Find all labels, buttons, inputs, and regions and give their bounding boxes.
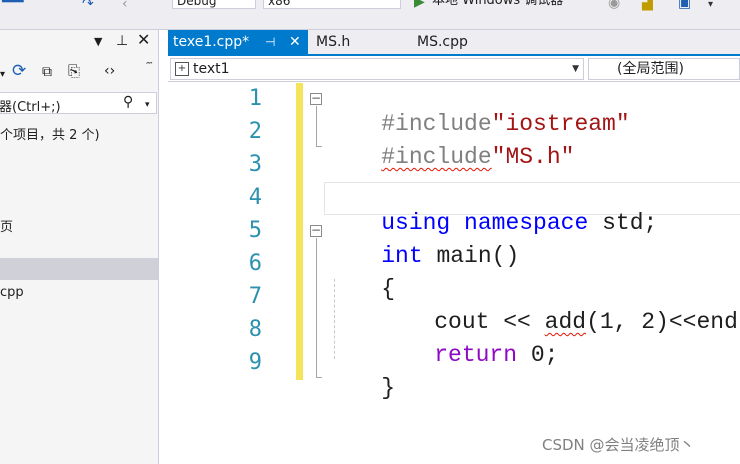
scope-combo[interactable]: (全局范围) [588, 58, 740, 80]
code-text: main() [422, 243, 520, 269]
undo-arrow-icon[interactable]: ‹ [122, 0, 128, 11]
redo-icon[interactable]: ↷ [82, 0, 94, 11]
solution-explorer-header: ▼ ⊥ ✕ [0, 30, 158, 54]
line-number: 9 [248, 350, 262, 375]
line-number: 2 [248, 119, 262, 144]
main-toolbar: ▀▀ ↷ ‹ Debug x86 ▶ 本地 Windows 调试器 ◉ ▟ ▣ … [0, 0, 740, 30]
code-editor[interactable]: 1 2 3 4 5 6 7 8 9 − − #include"iostream"… [168, 83, 740, 464]
sync-icon[interactable]: ⟳ [12, 63, 26, 80]
start-debug-icon[interactable]: ▶ [414, 0, 425, 9]
find-icon[interactable]: ▟ [642, 0, 653, 10]
window-layout-icon[interactable]: ▣ [678, 0, 691, 10]
document-tab-bar: texe1.cpp* ⊣ ✕ MS.h MS.cpp [168, 30, 740, 54]
navigation-bar: + text1 ▼ (全局范围) [168, 56, 740, 82]
platform-combo[interactable]: x86 [263, 0, 401, 9]
code-line-8: return 0; [379, 316, 558, 394]
close-tab-icon[interactable]: ✕ [289, 30, 301, 54]
tab-label: MS.h [316, 34, 351, 50]
include-header: "MS.h" [491, 144, 575, 170]
project-icon: + [175, 62, 189, 76]
collapse-all-icon[interactable]: ⧉ [42, 65, 52, 79]
solution-search-box[interactable]: 器(Ctrl+;) ⚲ ▾ [0, 92, 157, 115]
selected-tree-row[interactable] [0, 258, 158, 280]
line-number: 4 [248, 185, 262, 210]
pin-icon[interactable]: ⊥ [116, 34, 128, 48]
line-number: 6 [248, 251, 262, 276]
line-number: 3 [248, 152, 262, 177]
scope-combo-value: (全局范围) [617, 61, 684, 77]
preprocessor-directive: #include [381, 144, 492, 170]
tab-label: texe1.cpp* [173, 34, 250, 50]
line-number: 7 [248, 284, 262, 309]
code-text: 0; [517, 342, 559, 368]
tree-item-page[interactable]: 页 [0, 216, 13, 235]
toolbar-overflow-icon[interactable]: ▾ [708, 0, 713, 12]
code-line-9: } [326, 349, 395, 427]
tab-ms-cpp[interactable]: MS.cpp [417, 30, 468, 54]
code-text: (1, 2)<<endl; [586, 309, 740, 335]
line-number: 8 [248, 317, 262, 342]
outline-line [316, 106, 317, 146]
fire-icon[interactable]: ◉ [608, 0, 620, 10]
tab-ms-h[interactable]: MS.h [316, 30, 350, 54]
show-all-files-icon[interactable]: ⎘ [68, 64, 80, 79]
solution-explorer-toolbar: ▾ ⟳ ⧉ ⎘ ‹› ⁗ [0, 60, 158, 84]
chevron-down-icon[interactable]: ▼ [572, 59, 579, 79]
configuration-combo[interactable]: Debug [172, 0, 256, 9]
collapse-main-icon[interactable]: − [310, 224, 322, 237]
line-number: 1 [248, 86, 262, 111]
project-combo[interactable]: + text1 ▼ [170, 58, 584, 80]
tree-item-cpp-file[interactable]: cpp [0, 285, 24, 300]
watermark: CSDN @会当凌绝顶丶 [542, 436, 695, 454]
close-icon[interactable]: ✕ [137, 32, 150, 48]
project-combo-value: text1 [193, 61, 230, 77]
search-options-icon[interactable]: ▾ [145, 98, 150, 112]
search-icon[interactable]: ⚲ [123, 95, 133, 109]
back-dropdown-icon[interactable]: ▾ [0, 68, 5, 82]
start-debug-button[interactable]: 本地 Windows 调试器 [432, 0, 563, 8]
collapse-include-icon[interactable]: − [310, 92, 322, 105]
view-code-icon[interactable]: ‹› [104, 64, 115, 78]
search-placeholder: 器(Ctrl+;) [0, 100, 61, 115]
code-text: std; [588, 210, 658, 236]
outline-line [316, 377, 322, 378]
solution-explorer-panel: ▼ ⊥ ✕ ▾ ⟳ ⧉ ⎘ ‹› ⁗ 器(Ctrl+;) ⚲ ▾ 个项目，共 2… [0, 30, 159, 464]
line-number: 5 [248, 218, 262, 243]
solution-summary: 个项目，共 2 个) [0, 128, 100, 143]
change-marker [296, 83, 303, 380]
overflow-icon[interactable]: ⁗ [146, 60, 153, 74]
outline-line [316, 238, 317, 377]
pin-tab-icon[interactable]: ⊣ [265, 30, 275, 54]
dropdown-icon[interactable]: ▼ [94, 35, 102, 49]
close-brace: } [381, 375, 396, 401]
save-all-icon[interactable]: ▀▀ [2, 0, 24, 10]
keyword-return: return [434, 342, 518, 368]
tab-texe1-cpp[interactable]: texe1.cpp* ⊣ ✕ [168, 30, 308, 54]
tab-label: MS.cpp [417, 34, 468, 50]
outline-line [316, 146, 322, 147]
